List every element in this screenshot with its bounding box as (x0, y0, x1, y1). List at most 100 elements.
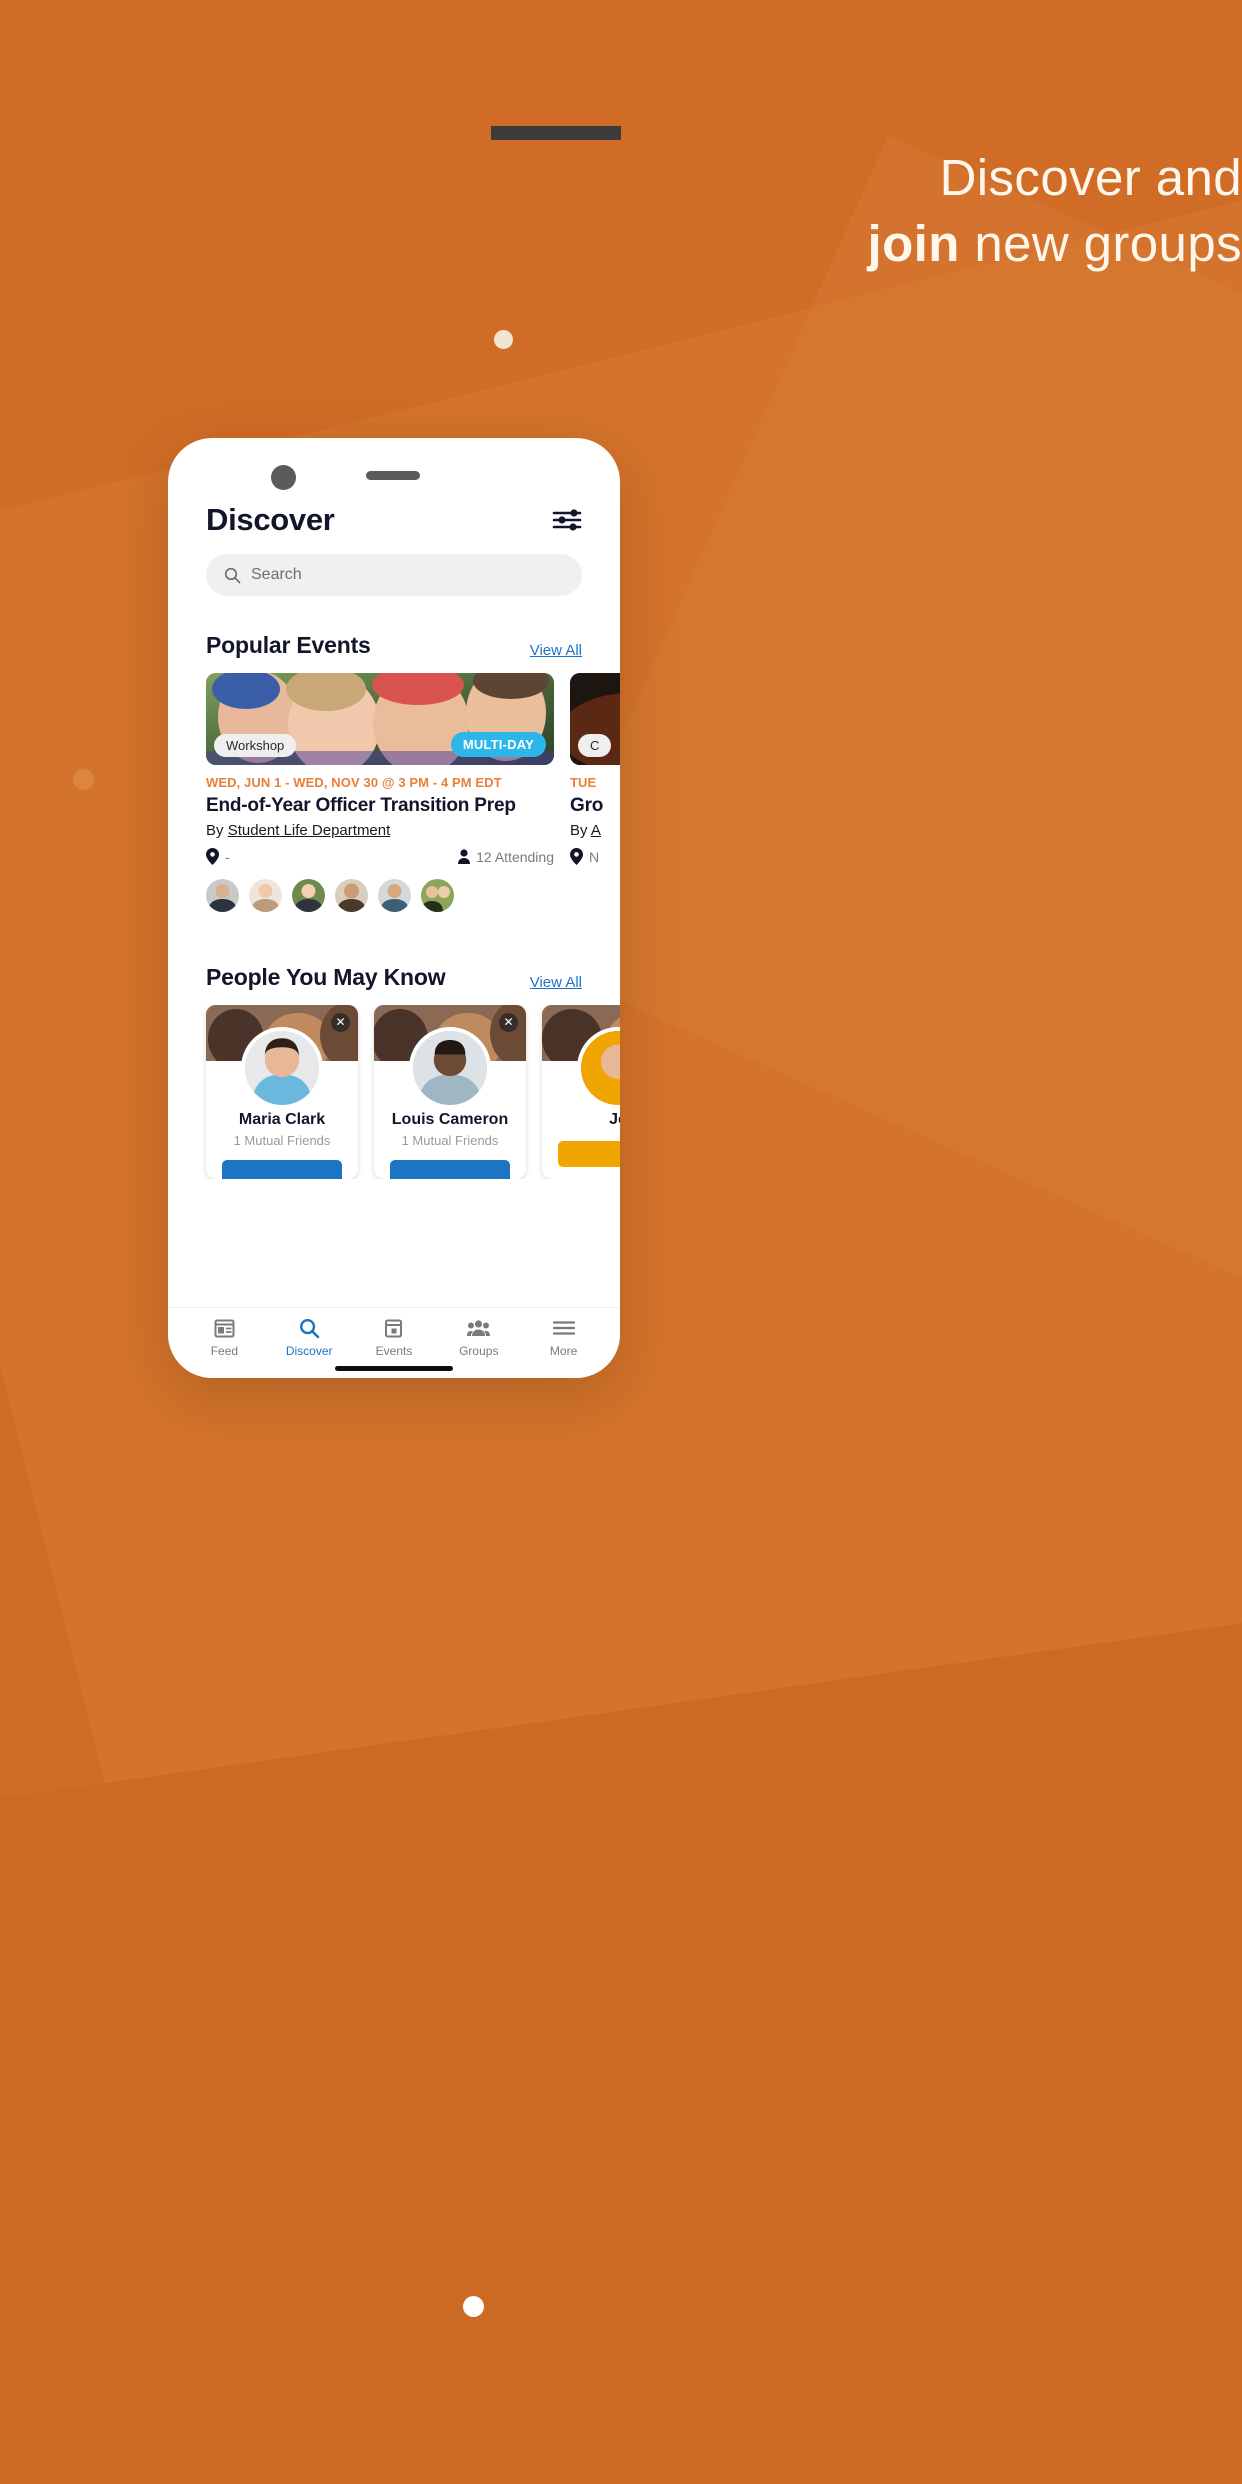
view-all-people[interactable]: View All (530, 974, 582, 991)
person-name: Je (609, 1111, 620, 1128)
tab-label: Events (375, 1344, 413, 1358)
add-friend-button[interactable] (222, 1160, 342, 1179)
avatar-photo (245, 1031, 319, 1105)
avatar-photo (421, 879, 454, 912)
attendee-avatars (206, 879, 554, 912)
tab-feed[interactable]: Feed (186, 1316, 262, 1358)
headline-line-1: Discover and (939, 149, 1242, 206)
tab-more[interactable]: More (526, 1316, 602, 1358)
calendar-icon (356, 1316, 432, 1340)
avatar[interactable] (409, 1027, 491, 1109)
avatar-photo (206, 879, 239, 912)
event-location-text: N (589, 848, 600, 865)
map-pin-icon (570, 848, 583, 865)
home-indicator[interactable] (335, 1366, 453, 1371)
person-card[interactable]: ✕ Louis Cameron 1 Mutual Friends (374, 1005, 526, 1179)
add-friend-button[interactable] (558, 1141, 620, 1167)
search-input[interactable]: Search (206, 554, 582, 596)
dismiss-person-button[interactable]: ✕ (499, 1013, 518, 1032)
avatar[interactable] (292, 879, 325, 912)
event-by-prefix: By (206, 822, 228, 839)
event-organizer: By Student Life Department (206, 822, 554, 839)
tab-label: More (549, 1344, 578, 1358)
home-indicator-area (168, 1358, 620, 1378)
event-by-prefix: By (570, 822, 591, 839)
avatar-photo (413, 1031, 487, 1105)
tab-discover[interactable]: Discover (271, 1316, 347, 1358)
bottom-navigation: Feed Discover Events Groups More (168, 1307, 620, 1378)
search-icon (224, 567, 241, 583)
popular-events-header: Popular Events View All (168, 632, 620, 659)
event-location: N (570, 848, 599, 865)
person-card[interactable]: ✕ Je (542, 1005, 620, 1179)
groups-icon (441, 1316, 517, 1340)
event-date: TUE (570, 775, 597, 790)
search-placeholder: Search (251, 566, 302, 583)
event-image: Workshop MULTI-DAY (206, 673, 554, 765)
event-card[interactable]: C TUE Gro By A N (570, 673, 620, 912)
background-shape-b (0, 1547, 1242, 2484)
event-organizer-link[interactable]: Student Life Department (228, 822, 391, 839)
tab-groups[interactable]: Groups (441, 1316, 517, 1358)
event-location: - (206, 848, 230, 865)
page-title: Discover (206, 502, 335, 537)
tab-label: Feed (210, 1344, 239, 1358)
dismiss-person-button[interactable]: ✕ (331, 1013, 350, 1032)
event-multiday-badge: MULTI-DAY (450, 732, 546, 757)
promo-screenshot: Discover and join new groups Discover Se… (0, 0, 1242, 2484)
tab-label: Discover (285, 1344, 333, 1358)
front-camera-icon (271, 465, 296, 490)
avatar[interactable] (206, 879, 239, 912)
add-friend-button[interactable] (390, 1160, 510, 1179)
event-title: End-of-Year Officer Transition Prep (206, 795, 516, 816)
decor-dot-left (73, 769, 94, 790)
avatar[interactable] (241, 1027, 323, 1109)
tab-label: Groups (459, 1344, 499, 1358)
earpiece-speaker (366, 471, 420, 480)
view-all-popular-events[interactable]: View All (530, 642, 582, 659)
person-mutual-friends: 1 Mutual Friends (233, 1133, 331, 1148)
headline-line-2-rest: new groups (959, 215, 1242, 273)
event-title: Gro (570, 795, 604, 816)
avatar-photo (581, 1031, 620, 1105)
event-category-badge: Workshop (214, 734, 297, 757)
section-title-popular-events: Popular Events (206, 632, 371, 658)
avatar-photo (335, 879, 368, 912)
promo-headline: Discover and join new groups (0, 126, 1242, 274)
headline-line-2: join new groups (621, 214, 1242, 274)
avatar-photo (292, 879, 325, 912)
people-you-may-know-section: People You May Know View All ✕ Maria Cla… (168, 964, 620, 1179)
search-icon (271, 1316, 347, 1340)
filter-button[interactable] (552, 509, 582, 531)
events-carousel[interactable]: Workshop MULTI-DAY WED, JUN 1 - WED, NOV… (168, 673, 620, 912)
tab-list: Feed Discover Events Groups More (168, 1316, 620, 1358)
map-pin-icon (206, 848, 219, 865)
headline-emphasis: join (867, 215, 960, 273)
tab-events[interactable]: Events (356, 1316, 432, 1358)
event-organizer-link[interactable]: A (591, 822, 601, 839)
avatar[interactable] (249, 879, 282, 912)
background-shape-c (522, 135, 1242, 1365)
person-mutual-friends: 1 Mutual Friends (401, 1133, 499, 1148)
event-date: WED, JUN 1 - WED, NOV 30 @ 3 PM - 4 PM E… (206, 775, 502, 790)
sliders-icon (552, 509, 582, 531)
people-section-header: People You May Know View All (168, 964, 620, 991)
event-image: C (570, 673, 620, 765)
event-location-text: - (225, 848, 230, 865)
avatar[interactable] (335, 879, 368, 912)
popular-events-section: Popular Events View All Workshop MULTI-D… (168, 632, 620, 912)
section-title-people: People You May Know (206, 964, 446, 990)
menu-icon (526, 1316, 602, 1340)
people-carousel[interactable]: ✕ Maria Clark 1 Mutual Friends ✕ Louis C… (168, 1005, 620, 1179)
phone-mockup: Discover Search Popular Events View All … (168, 438, 620, 1378)
event-attending: 12 Attending (458, 849, 554, 865)
event-organizer: By A (570, 822, 620, 839)
decor-dot-top (494, 330, 513, 349)
event-meta: - 12 Attending (206, 848, 554, 865)
avatar[interactable] (421, 879, 454, 912)
event-card[interactable]: Workshop MULTI-DAY WED, JUN 1 - WED, NOV… (206, 673, 554, 912)
feed-icon (186, 1316, 262, 1340)
person-card[interactable]: ✕ Maria Clark 1 Mutual Friends (206, 1005, 358, 1179)
avatar[interactable] (378, 879, 411, 912)
person-name: Louis Cameron (391, 1111, 509, 1128)
